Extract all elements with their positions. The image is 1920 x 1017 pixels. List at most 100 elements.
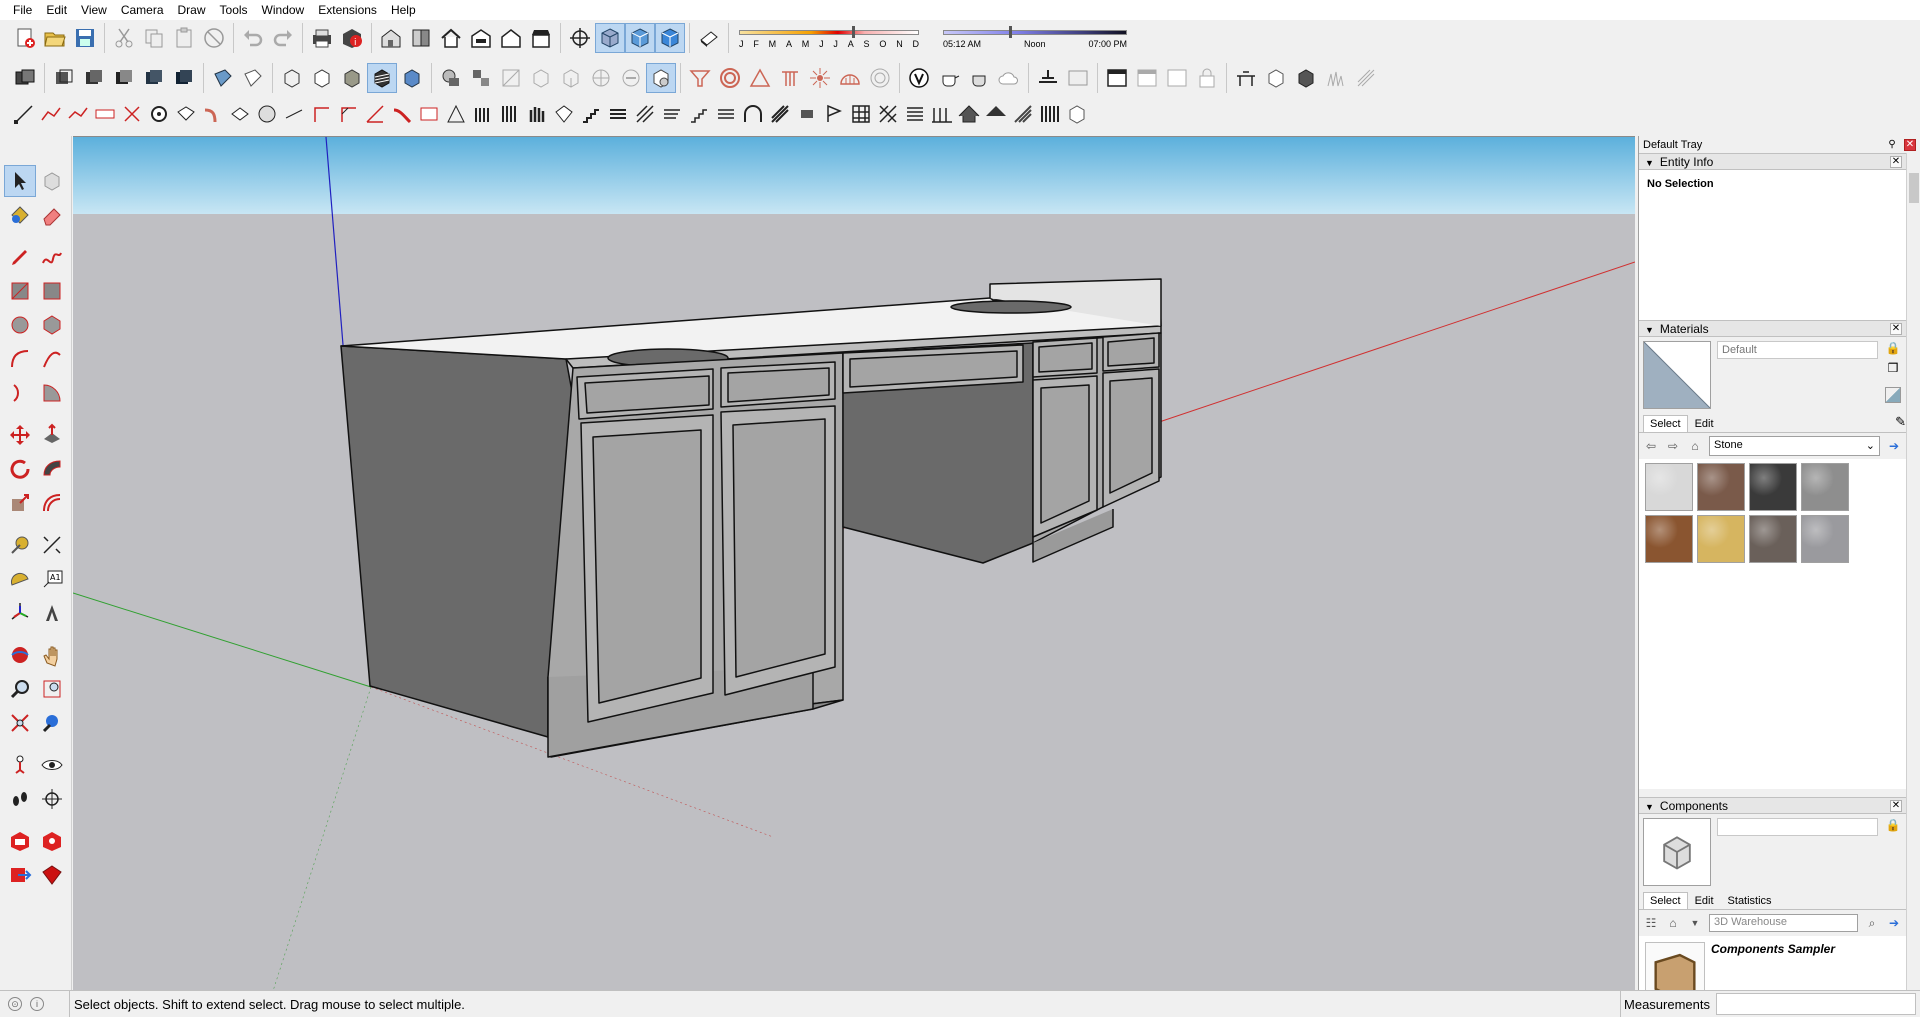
ball-button[interactable]	[586, 63, 616, 93]
3d-text-button[interactable]	[36, 597, 68, 629]
model-info-button[interactable]: i	[337, 23, 367, 53]
print-button[interactable]	[307, 23, 337, 53]
pb-tool-18[interactable]	[469, 99, 496, 129]
xray-button[interactable]	[49, 63, 79, 93]
dropdown-icon[interactable]: ▼	[1687, 915, 1703, 931]
component-name-field[interactable]	[1717, 818, 1878, 836]
pb-tool-24[interactable]	[631, 99, 658, 129]
forward-arrow-icon[interactable]: ⇨	[1665, 438, 1681, 454]
house-outline-button[interactable]	[496, 23, 526, 53]
warehouse-button[interactable]	[376, 23, 406, 53]
previous-view-button[interactable]	[36, 707, 68, 739]
dimension-tool-button[interactable]	[36, 529, 68, 561]
iso-view-button[interactable]	[595, 23, 625, 53]
pb-tool-34[interactable]	[901, 99, 928, 129]
home-icon[interactable]: ⌂	[1687, 438, 1703, 454]
line-tool-button[interactable]	[4, 241, 36, 273]
component-button[interactable]	[10, 63, 40, 93]
materials-close-button[interactable]: ✕	[1890, 322, 1902, 335]
section-plane-button[interactable]	[436, 63, 466, 93]
pb-tool-35[interactable]	[928, 99, 955, 129]
menu-window[interactable]: Window	[255, 0, 312, 20]
pb-tool-1[interactable]	[10, 99, 37, 129]
pb-tool-31[interactable]	[820, 99, 847, 129]
pb-tool-40[interactable]	[1063, 99, 1090, 129]
rectangle-tool-button[interactable]	[4, 275, 36, 307]
pb-tool-10[interactable]	[253, 99, 280, 129]
material-name-field[interactable]: Default	[1717, 341, 1878, 359]
search-icon[interactable]: ⌕	[1864, 915, 1880, 931]
pb-tool-33[interactable]	[874, 99, 901, 129]
polygon-tool-button[interactable]	[36, 309, 68, 341]
look-around-button[interactable]	[36, 749, 68, 781]
section-fill-button[interactable]	[496, 63, 526, 93]
material-swatch[interactable]	[1801, 463, 1849, 511]
top-view-button[interactable]	[625, 23, 655, 53]
walk-tool-button[interactable]	[4, 783, 36, 815]
default-material-icon[interactable]	[1885, 387, 1901, 403]
shadow-toggle-button[interactable]	[694, 23, 724, 53]
materials-header[interactable]: Materials ✕	[1639, 320, 1906, 337]
pb-tool-21[interactable]	[550, 99, 577, 129]
share-model-button[interactable]	[406, 23, 436, 53]
rotate-tool-button[interactable]	[4, 453, 36, 485]
teapot-button[interactable]	[934, 63, 964, 93]
three-point-arc-button[interactable]	[4, 377, 36, 409]
back-edges-button[interactable]	[79, 63, 109, 93]
warehouse-tool-button[interactable]	[4, 825, 36, 857]
face-style-1-button[interactable]	[208, 63, 238, 93]
sandbox-2-button[interactable]	[1261, 63, 1291, 93]
components-header[interactable]: Components ✕	[1639, 797, 1906, 814]
menu-help[interactable]: Help	[384, 0, 423, 20]
components-tab-statistics[interactable]: Statistics	[1721, 892, 1779, 909]
pin-icon[interactable]: ⚲	[1886, 139, 1898, 151]
pb-tool-27[interactable]	[712, 99, 739, 129]
style-xray-button[interactable]	[277, 63, 307, 93]
pb-tool-13[interactable]	[334, 99, 361, 129]
open-button[interactable]	[40, 23, 70, 53]
time-slider[interactable]: 05:12 AM Noon 07:00 PM	[939, 24, 1139, 52]
share-component-button[interactable]	[4, 859, 36, 891]
material-swatch[interactable]	[1749, 463, 1797, 511]
pb-tool-28[interactable]	[739, 99, 766, 129]
shaded-button[interactable]	[169, 63, 199, 93]
window-2-button[interactable]	[1132, 63, 1162, 93]
material-library-select[interactable]: Stone ⌄	[1709, 436, 1880, 456]
menu-camera[interactable]: Camera	[114, 0, 171, 20]
style-hidden-button[interactable]	[307, 63, 337, 93]
material-swatch[interactable]	[1749, 515, 1797, 563]
pb-tool-29[interactable]	[766, 99, 793, 129]
menu-file[interactable]: File	[6, 0, 39, 20]
light-button[interactable]	[1033, 63, 1063, 93]
freehand-tool-button[interactable]	[36, 241, 68, 273]
details-arrow-icon[interactable]: ➔	[1886, 915, 1902, 931]
protractor-tool-button[interactable]	[4, 563, 36, 595]
material-swatch[interactable]	[1697, 463, 1745, 511]
modeling-viewport[interactable]	[73, 136, 1635, 990]
offset-tool-button[interactable]	[36, 487, 68, 519]
eraser-button[interactable]	[36, 199, 68, 231]
material-swatch[interactable]	[1697, 515, 1745, 563]
select-tool-button[interactable]	[4, 165, 36, 197]
lock-icon[interactable]: 🔒	[1886, 341, 1901, 355]
two-point-arc-button[interactable]	[36, 343, 68, 375]
axes-tool-button[interactable]	[4, 597, 36, 629]
zoom-tool-button[interactable]	[4, 673, 36, 705]
components-tab-select[interactable]: Select	[1643, 892, 1688, 909]
tray-scrollbar[interactable]	[1906, 153, 1920, 990]
pb-tool-20[interactable]	[523, 99, 550, 129]
home-view-button[interactable]	[436, 23, 466, 53]
tape-measure-button[interactable]	[4, 529, 36, 561]
text-tool-button[interactable]: A1	[36, 563, 68, 595]
entity-info-header[interactable]: Entity Info ✕	[1639, 153, 1906, 170]
tray-close-button[interactable]: ✕	[1904, 138, 1916, 151]
circle-tool-button[interactable]	[4, 309, 36, 341]
cut-button[interactable]	[109, 23, 139, 53]
pb-tool-17[interactable]	[442, 99, 469, 129]
frame-buffer-button[interactable]	[1063, 63, 1093, 93]
pb-tool-3[interactable]	[64, 99, 91, 129]
save-button[interactable]	[70, 23, 100, 53]
face-style-2-button[interactable]	[238, 63, 268, 93]
pb-tool-14[interactable]	[361, 99, 388, 129]
paste-button[interactable]	[169, 23, 199, 53]
